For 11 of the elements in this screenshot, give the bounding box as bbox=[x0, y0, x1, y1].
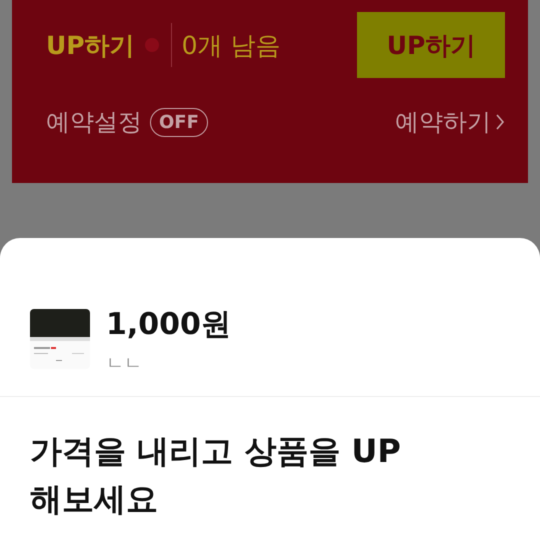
remaining-count: 0개 남음 bbox=[182, 30, 282, 62]
sheet-headline: 가격을 내리고 상품을 UP해보세요 bbox=[30, 431, 402, 520]
schedule-label: 예약설정 bbox=[46, 107, 142, 138]
product-price: 1,000원 bbox=[106, 306, 231, 344]
up-button[interactable]: UP하기 bbox=[357, 12, 505, 78]
dot-icon bbox=[144, 38, 159, 52]
schedule-link[interactable]: 예약하기 bbox=[395, 106, 505, 138]
panel-title: UP하기 bbox=[46, 30, 135, 62]
product-name: ㄴㄴ bbox=[106, 352, 143, 374]
schedule-toggle[interactable]: OFF bbox=[150, 108, 208, 136]
chevron-right-icon bbox=[495, 113, 505, 131]
